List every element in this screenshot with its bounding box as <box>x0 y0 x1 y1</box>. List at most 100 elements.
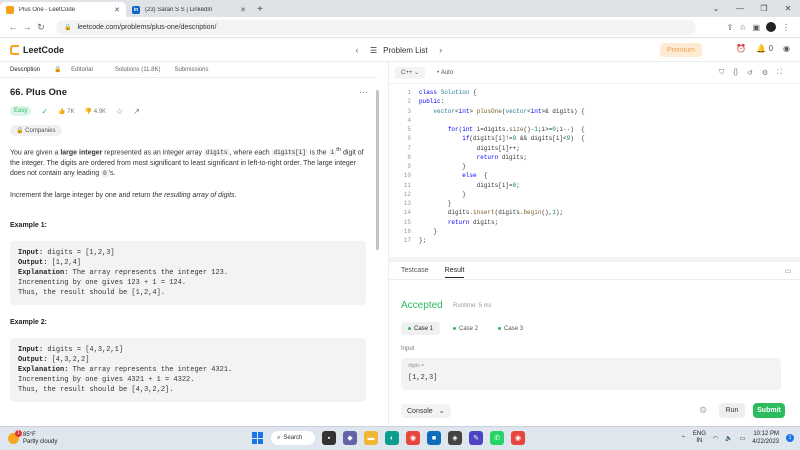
case-tab-3[interactable]: Case 3 <box>491 322 530 335</box>
run-button[interactable]: Run <box>719 403 745 418</box>
console-button[interactable]: Console ⌄ <box>401 404 451 418</box>
chat-icon[interactable]: ◆ <box>343 431 357 445</box>
sidepanel-icon[interactable]: ▣ <box>752 23 760 32</box>
windows-start-icon[interactable] <box>252 432 264 444</box>
battery-icon[interactable]: ▭ <box>740 435 746 442</box>
desc-code: digits <box>203 149 230 157</box>
time-text: 10:12 PM <box>753 431 779 437</box>
close-tab-icon[interactable]: ✕ <box>114 6 120 14</box>
leetcode-logo-icon <box>10 44 19 55</box>
forward-icon[interactable]: → <box>20 22 34 32</box>
fullscreen-icon[interactable]: ⛶ <box>777 69 782 77</box>
ex-value: Incrementing by one gives 4321 + 1 = 432… <box>18 376 195 385</box>
whatsapp-icon[interactable]: ✆ <box>490 431 504 445</box>
taskbar-search[interactable]: ⌕ Search <box>271 431 315 445</box>
share-icon[interactable]: ↗ <box>133 107 140 116</box>
settings-icon[interactable]: ⚙ <box>762 69 768 77</box>
minimize-icon[interactable]: — <box>728 4 752 13</box>
bookmark-star-icon[interactable]: ☆ <box>739 23 746 32</box>
line-number: 6 <box>407 135 411 143</box>
problem-list-link[interactable]: Problem List <box>383 46 427 55</box>
desc-text: 's. <box>108 170 116 178</box>
new-tab-button[interactable]: + <box>252 2 268 17</box>
desc-code: 0 <box>101 170 109 178</box>
language-indicator[interactable]: ENG IN <box>693 431 706 445</box>
case-tabs: Case 1 Case 2 Case 3 <box>401 322 530 335</box>
task-view-icon[interactable]: ▪ <box>322 431 336 445</box>
chrome-active-icon[interactable]: ◉ <box>511 431 525 445</box>
desc-text: Increment the large integer by one and r… <box>10 191 153 199</box>
tab-solutions[interactable]: Solutions (11.8K) <box>115 67 169 73</box>
leetcode-logo[interactable]: LeetCode <box>10 44 64 55</box>
tab-search-icon[interactable]: ⌄ <box>704 4 728 13</box>
autocomplete-toggle[interactable]: • Auto <box>431 67 459 79</box>
share-icon[interactable]: ⇪ <box>727 23 734 32</box>
notifications[interactable]: 🔔 0 <box>756 44 773 53</box>
example-box: Input: digits = [4,3,2,1] Output: [4,3,2… <box>10 338 366 403</box>
collapse-panel-icon[interactable]: ▭ <box>784 267 791 275</box>
url-field[interactable]: 🔒 leetcode.com/problems/plus-one/descrip… <box>56 19 696 35</box>
date-text: 4/22/2023 <box>752 439 779 445</box>
premium-button[interactable]: Premium <box>660 43 702 57</box>
case-label: Case 2 <box>459 325 479 332</box>
more-options-icon[interactable]: ⋯ <box>359 87 368 98</box>
input-var-name: digits = <box>408 363 424 369</box>
result-status: Accepted <box>401 300 443 311</box>
problem-scrollbar[interactable] <box>376 90 379 250</box>
maximize-icon[interactable]: ❐ <box>752 4 776 13</box>
bookmark-icon[interactable]: ⛉ <box>719 69 724 77</box>
ex-value: digits = [4,3,2,1] <box>43 346 124 355</box>
next-problem-button[interactable]: › <box>434 43 448 57</box>
case-label: Case 1 <box>414 325 434 332</box>
notification-badge[interactable]: 1 <box>786 434 794 442</box>
reload-icon[interactable]: ↻ <box>34 22 48 33</box>
case-tab-2[interactable]: Case 2 <box>446 322 485 335</box>
reset-icon[interactable]: ↺ <box>747 69 753 77</box>
thumbs-up-icon: 👍 <box>58 108 66 115</box>
braces-icon[interactable]: {} <box>733 69 738 77</box>
chevron-up-icon[interactable]: ⌃ <box>681 435 686 442</box>
tab-result[interactable]: Result <box>444 267 465 278</box>
profile-avatar[interactable] <box>766 22 776 32</box>
timer-icon[interactable]: ⏰ <box>736 44 746 53</box>
weather-widget[interactable]: 1 85°F Partly cloudy <box>8 430 57 446</box>
like-button[interactable]: 👍 7K <box>58 108 75 115</box>
browser-tab-leetcode[interactable]: Plus One - LeetCode ✕ <box>0 2 126 17</box>
wifi-icon[interactable]: ◠ <box>713 435 718 442</box>
dislike-count: 4.9K <box>93 108 107 115</box>
favorite-star-icon[interactable]: ☆ <box>116 107 123 116</box>
browser-tab-linkedin[interactable]: in (23) Saran S S | LinkedIn ✕ <box>126 2 252 17</box>
close-tab-icon[interactable]: ✕ <box>240 6 246 14</box>
tab-testcase[interactable]: Testcase <box>401 267 429 274</box>
user-avatar-icon[interactable]: ◉ <box>783 44 790 53</box>
prev-problem-button[interactable]: ‹ <box>350 43 364 57</box>
language-select[interactable]: C++ ⌄ <box>395 66 426 79</box>
leetcode-navbar: LeetCode ‹ ☰ Problem List › Premium ⏰ 🔔 … <box>0 38 800 62</box>
file-explorer-icon[interactable]: ▬ <box>364 431 378 445</box>
submit-button[interactable]: Submit <box>753 403 785 418</box>
code-source: class Solution { public: vector<int> plu… <box>419 89 585 244</box>
companies-tag[interactable]: 🔒 Companies <box>10 125 62 136</box>
volume-icon[interactable]: 🔈 <box>725 435 732 442</box>
case-label: Case 3 <box>504 325 524 332</box>
debug-icon[interactable]: ⚙ <box>699 405 707 416</box>
chrome-icon[interactable]: ◉ <box>406 431 420 445</box>
code-editor[interactable]: 1 2 3 4 5 6 7 8 9 10 11 12 13 14 15 16 17 class Solution… <box>389 84 800 257</box>
desc-text: is the <box>307 149 329 157</box>
solved-check-icon: ✓ <box>41 106 49 116</box>
store-icon[interactable]: ■ <box>427 431 441 445</box>
tab-description[interactable]: Description <box>10 67 48 73</box>
close-window-icon[interactable]: ✕ <box>776 4 800 13</box>
clock[interactable]: 10:12 PM 4/22/2023 <box>752 430 779 446</box>
app-icon[interactable]: ◈ <box>448 431 462 445</box>
menu-kebab-icon[interactable]: ⋮ <box>782 23 790 32</box>
editor-actions: ⛉ {} ↺ ⚙ ⛶ <box>719 69 800 77</box>
back-icon[interactable]: ← <box>6 22 20 32</box>
tab-editorial[interactable]: 🔒 Editorial <box>54 66 109 73</box>
case-tab-1[interactable]: Case 1 <box>401 322 441 335</box>
edge-icon[interactable]: ◐ <box>385 431 399 445</box>
editor-app-icon[interactable]: ✎ <box>469 431 483 445</box>
description-paragraph-2: Increment the large integer by one and r… <box>10 191 368 202</box>
dislike-button[interactable]: 👎 4.9K <box>85 108 107 115</box>
tab-submissions[interactable]: Submissions <box>174 67 216 73</box>
